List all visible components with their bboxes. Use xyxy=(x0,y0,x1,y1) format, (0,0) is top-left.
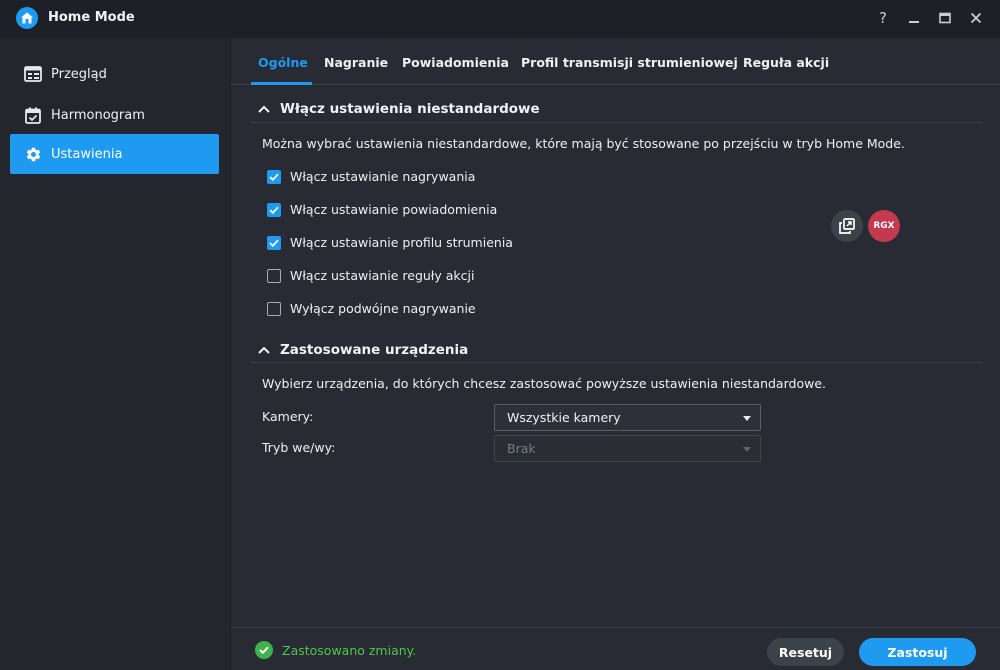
option-label: Wyłącz podwójne nagrywanie xyxy=(290,301,476,316)
success-check-icon xyxy=(255,641,273,659)
rgx-button[interactable]: RGX xyxy=(868,210,900,242)
io-mode-label: Tryb we/wy: xyxy=(262,440,336,455)
cameras-label: Kamery: xyxy=(262,409,314,424)
cameras-select[interactable]: Wszystkie kamery xyxy=(494,404,761,431)
checkbox-checked-icon[interactable] xyxy=(267,169,281,184)
devices-description: Wybierz urządzenia, do których chcesz za… xyxy=(262,376,826,391)
chevron-up-icon xyxy=(258,346,270,354)
tab-action-rule[interactable]: Reguła akcji xyxy=(743,55,829,70)
tab-stream-profile[interactable]: Profil transmisji strumieniowej xyxy=(521,55,738,70)
dropdown-caret-icon xyxy=(743,416,751,421)
sidebar-item-label: Ustawienia xyxy=(51,146,123,162)
checkbox-checked-icon[interactable] xyxy=(267,202,281,217)
io-mode-select-value: Brak xyxy=(507,441,536,456)
tab-notifications[interactable]: Powiadomienia xyxy=(402,55,509,70)
overview-icon xyxy=(24,65,42,83)
tab-general[interactable]: Ogólne xyxy=(258,55,308,70)
section-title: Zastosowane urządzenia xyxy=(280,342,469,358)
checkbox-unchecked-icon[interactable] xyxy=(267,301,281,316)
cameras-select-value: Wszystkie kamery xyxy=(507,410,621,425)
calendar-icon xyxy=(24,106,42,124)
minimize-icon[interactable] xyxy=(904,8,924,28)
option-label: Włącz ustawianie nagrywania xyxy=(290,169,476,184)
sidebar: Przegląd Harmonogram Ustawienia xyxy=(0,38,231,670)
active-tab-indicator xyxy=(251,82,312,85)
devices-header[interactable]: Zastosowane urządzenia xyxy=(258,342,468,358)
title-bar: Home Mode ? xyxy=(0,0,1000,38)
option-label: Włącz ustawianie powiadomienia xyxy=(290,202,498,217)
io-mode-select: Brak xyxy=(494,435,761,462)
copy-icon xyxy=(839,218,855,234)
sidebar-item-settings[interactable]: Ustawienia xyxy=(10,134,219,174)
option-stream-profile[interactable]: Włącz ustawianie profilu strumienia xyxy=(267,235,513,250)
option-label: Włącz ustawianie reguły akcji xyxy=(290,268,475,283)
option-disable-dual-recording[interactable]: Wyłącz podwójne nagrywanie xyxy=(267,301,476,316)
checkbox-checked-icon[interactable] xyxy=(267,235,281,250)
option-action-rule[interactable]: Włącz ustawianie reguły akcji xyxy=(267,268,474,283)
chevron-up-icon xyxy=(258,105,270,113)
option-label: Włącz ustawianie profilu strumienia xyxy=(290,235,513,250)
dropdown-caret-icon xyxy=(743,447,751,452)
tab-recording[interactable]: Nagranie xyxy=(324,55,388,70)
status-message: Zastosowano zmiany. xyxy=(255,641,416,659)
gear-icon xyxy=(24,145,42,163)
maximize-icon[interactable] xyxy=(935,8,955,28)
footer-divider xyxy=(231,627,1000,628)
help-icon[interactable]: ? xyxy=(873,8,893,28)
sidebar-item-overview[interactable]: Przegląd xyxy=(10,54,219,94)
option-notification[interactable]: Włącz ustawianie powiadomienia xyxy=(267,202,497,217)
sidebar-item-label: Przegląd xyxy=(51,66,107,82)
sidebar-item-label: Harmonogram xyxy=(51,107,145,123)
section-divider xyxy=(251,362,983,363)
apply-button[interactable]: Zastosuj xyxy=(859,638,976,666)
home-mode-app-icon xyxy=(16,7,38,29)
tab-bar: Ogólne Nagranie Powiadomienia Profil tra… xyxy=(231,38,1000,85)
section-title: Włącz ustawienia niestandardowe xyxy=(280,101,540,117)
custom-settings-header[interactable]: Włącz ustawienia niestandardowe xyxy=(258,101,540,117)
custom-settings-description: Można wybrać ustawienia niestandardowe, … xyxy=(262,136,905,151)
close-icon[interactable] xyxy=(966,8,986,28)
window-title: Home Mode xyxy=(48,10,135,25)
copy-button[interactable] xyxy=(831,210,863,242)
sidebar-item-schedule[interactable]: Harmonogram xyxy=(10,95,219,135)
checkbox-unchecked-icon[interactable] xyxy=(267,268,281,283)
option-recording[interactable]: Włącz ustawianie nagrywania xyxy=(267,169,475,184)
status-text: Zastosowano zmiany. xyxy=(282,642,417,658)
reset-button[interactable]: Resetuj xyxy=(767,638,844,666)
section-divider xyxy=(251,122,983,123)
